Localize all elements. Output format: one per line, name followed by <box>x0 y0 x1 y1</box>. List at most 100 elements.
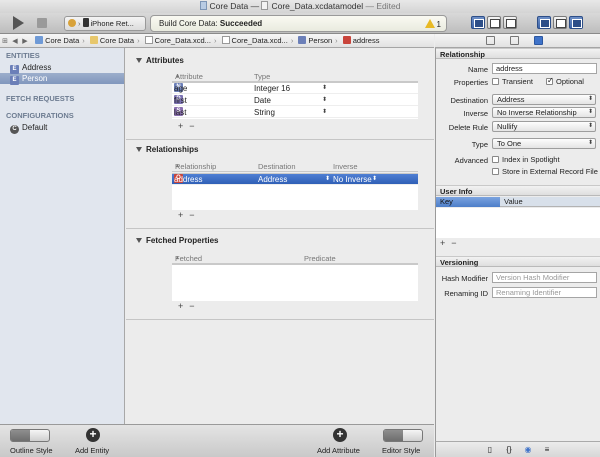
add-relationship-plus-button[interactable]: + <box>178 210 183 220</box>
plus-circle-icon: + <box>89 427 97 441</box>
breadcrumb-model-file[interactable]: Core_Data.xcd... › <box>219 34 293 47</box>
destination-popup[interactable]: Address <box>258 174 287 185</box>
editor-style-segmented-control[interactable] <box>383 429 423 442</box>
optional-checkbox[interactable]: Optional <box>546 76 584 86</box>
relationship-row-address[interactable]: Oaddress Address ⬍ No Inverse ⬍ <box>172 174 418 185</box>
type-popup[interactable]: Date <box>254 95 271 106</box>
run-button[interactable] <box>13 16 24 30</box>
relationship-inspector-header: Relationship <box>436 48 600 59</box>
column-header-inverse[interactable]: Inverse <box>333 161 358 172</box>
relationships-section-title[interactable]: Relationships <box>136 145 198 154</box>
warning-icon <box>424 19 435 28</box>
transient-checkbox[interactable]: Transient <box>492 77 533 86</box>
editor-style-table-segment[interactable] <box>384 430 403 441</box>
user-info-plus-minus: + − <box>440 238 463 248</box>
type-popup[interactable]: To One ⬍ <box>492 138 596 149</box>
navigator-toggle-button[interactable] <box>537 16 551 29</box>
breadcrumb-relationship[interactable]: address <box>340 34 379 47</box>
chevron-right-icon: › <box>213 36 217 45</box>
entity-icon: E <box>10 76 19 85</box>
breadcrumb-project[interactable]: Core Data › <box>32 34 85 47</box>
store-external-checkbox[interactable]: Store in External Record File <box>492 167 598 176</box>
remove-attribute-minus-button[interactable]: − <box>189 121 194 131</box>
checkbox-unchecked-icon <box>492 78 499 85</box>
remove-relationship-minus-button[interactable]: − <box>189 210 194 220</box>
inverse-popup[interactable]: No Inverse Relationship ⬍ <box>492 107 596 118</box>
delete-rule-popup[interactable]: Nullify ⬍ <box>492 121 596 132</box>
column-header-predicate[interactable]: Predicate <box>304 253 336 264</box>
inverse-popup[interactable]: No Inverse <box>333 174 372 185</box>
breadcrumb-model-bundle[interactable]: Core_Data.xcd... › <box>142 34 217 47</box>
column-header-key[interactable]: Key <box>436 197 500 207</box>
warning-count: 1 <box>436 20 441 29</box>
outline-style-flat-segment[interactable] <box>11 430 30 441</box>
attributes-section-title[interactable]: Attributes <box>136 56 184 65</box>
nav-forward-icon[interactable]: ▶ <box>20 35 30 47</box>
add-user-info-plus-button[interactable]: + <box>440 238 445 248</box>
window-title-project: Core Data <box>209 1 249 11</box>
object-library-icon[interactable]: ◉ <box>524 445 532 454</box>
add-attribute-button[interactable]: + <box>333 428 347 442</box>
add-fetched-property-plus-button[interactable]: + <box>178 301 183 311</box>
attribute-row-last[interactable]: Slast String ⬍ <box>172 107 418 118</box>
fetched-properties-section-title[interactable]: Fetched Properties <box>136 236 218 245</box>
entity-item-address[interactable]: E Address <box>0 62 124 74</box>
media-library-icon[interactable]: ≡ <box>543 445 551 454</box>
standard-editor-button[interactable] <box>471 16 485 29</box>
chevron-right-icon: › <box>78 19 81 28</box>
index-spotlight-checkbox[interactable]: Index in Spotlight <box>492 155 560 164</box>
type-popup[interactable]: String <box>254 107 275 118</box>
column-header-value[interactable]: Value <box>504 197 523 207</box>
attribute-row-first[interactable]: Dfirst Date ⬍ <box>172 95 418 106</box>
project-icon <box>35 36 44 44</box>
model-editor: Attributes Attribute ▲ Type Nage Integer… <box>126 48 434 424</box>
updown-arrows-icon: ⬍ <box>325 176 331 182</box>
entity-item-person[interactable]: E Person <box>0 73 124 85</box>
column-header-type[interactable]: Type <box>254 71 270 82</box>
related-items-icon[interactable]: ⊞ <box>0 35 10 47</box>
remove-fetched-property-minus-button[interactable]: − <box>189 301 194 311</box>
advanced-label: Advanced <box>454 156 488 165</box>
stop-button[interactable] <box>37 18 47 28</box>
delete-rule-label: Delete Rule <box>448 123 488 132</box>
relationship-name-field[interactable]: address <box>492 63 597 74</box>
editor-bottom-bar: Outline Style + Add Entity + Add Attribu… <box>0 424 434 457</box>
scheme-icon <box>68 19 76 27</box>
chevron-right-icon: › <box>335 36 338 45</box>
fetched-plus-minus: + − <box>178 301 201 311</box>
debug-area-toggle-button[interactable] <box>553 16 567 29</box>
code-snippet-icon[interactable]: {} <box>505 445 513 454</box>
user-info-table[interactable] <box>436 208 600 238</box>
scheme-selector[interactable]: › iPhone Ret... <box>64 16 146 31</box>
breadcrumb-group[interactable]: Core Data › <box>87 34 140 47</box>
assistant-editor-button[interactable] <box>487 16 501 29</box>
add-entity-label: Add Entity <box>75 446 110 455</box>
attributes-table: Nage Integer 16 ⬍ Dfirst Date ⬍ Slast St… <box>172 82 418 119</box>
nav-back-icon[interactable]: ◀ <box>10 35 20 47</box>
destination-popup[interactable]: Address ⬍ <box>492 94 596 105</box>
configuration-item-default[interactable]: C Default <box>0 122 124 134</box>
updown-arrows-icon: ⬍ <box>587 96 593 102</box>
chevron-right-icon: › <box>82 36 85 45</box>
warning-indicator[interactable]: 1 <box>424 17 441 32</box>
outline-style-label: Outline Style <box>10 446 53 455</box>
outline-style-segmented-control[interactable] <box>10 429 50 442</box>
column-header-destination[interactable]: Destination <box>258 161 296 172</box>
attribute-row-age[interactable]: Nage Integer 16 ⬍ <box>172 83 418 94</box>
breadcrumb-entity[interactable]: Person › <box>295 34 338 47</box>
quick-help-tab[interactable] <box>510 36 519 45</box>
version-editor-button[interactable] <box>503 16 517 29</box>
editor-style-label: Editor Style <box>382 446 421 455</box>
file-inspector-tab[interactable] <box>486 36 495 45</box>
remove-user-info-minus-button[interactable]: − <box>451 238 456 248</box>
type-popup[interactable]: Integer 16 <box>254 83 290 94</box>
renaming-id-field[interactable]: Renaming Identifier <box>492 287 597 298</box>
utilities-toggle-button[interactable] <box>569 16 583 29</box>
data-model-inspector-tab[interactable] <box>534 36 543 45</box>
add-entity-button[interactable]: + <box>86 428 100 442</box>
hash-modifier-field[interactable]: Version Hash Modifier <box>492 272 597 283</box>
add-attribute-plus-button[interactable]: + <box>178 121 183 131</box>
file-template-icon[interactable]: ▯ <box>486 445 494 454</box>
window-title-file: Core_Data.xcdatamodel <box>271 1 364 11</box>
activity-status: Succeeded <box>219 19 263 28</box>
